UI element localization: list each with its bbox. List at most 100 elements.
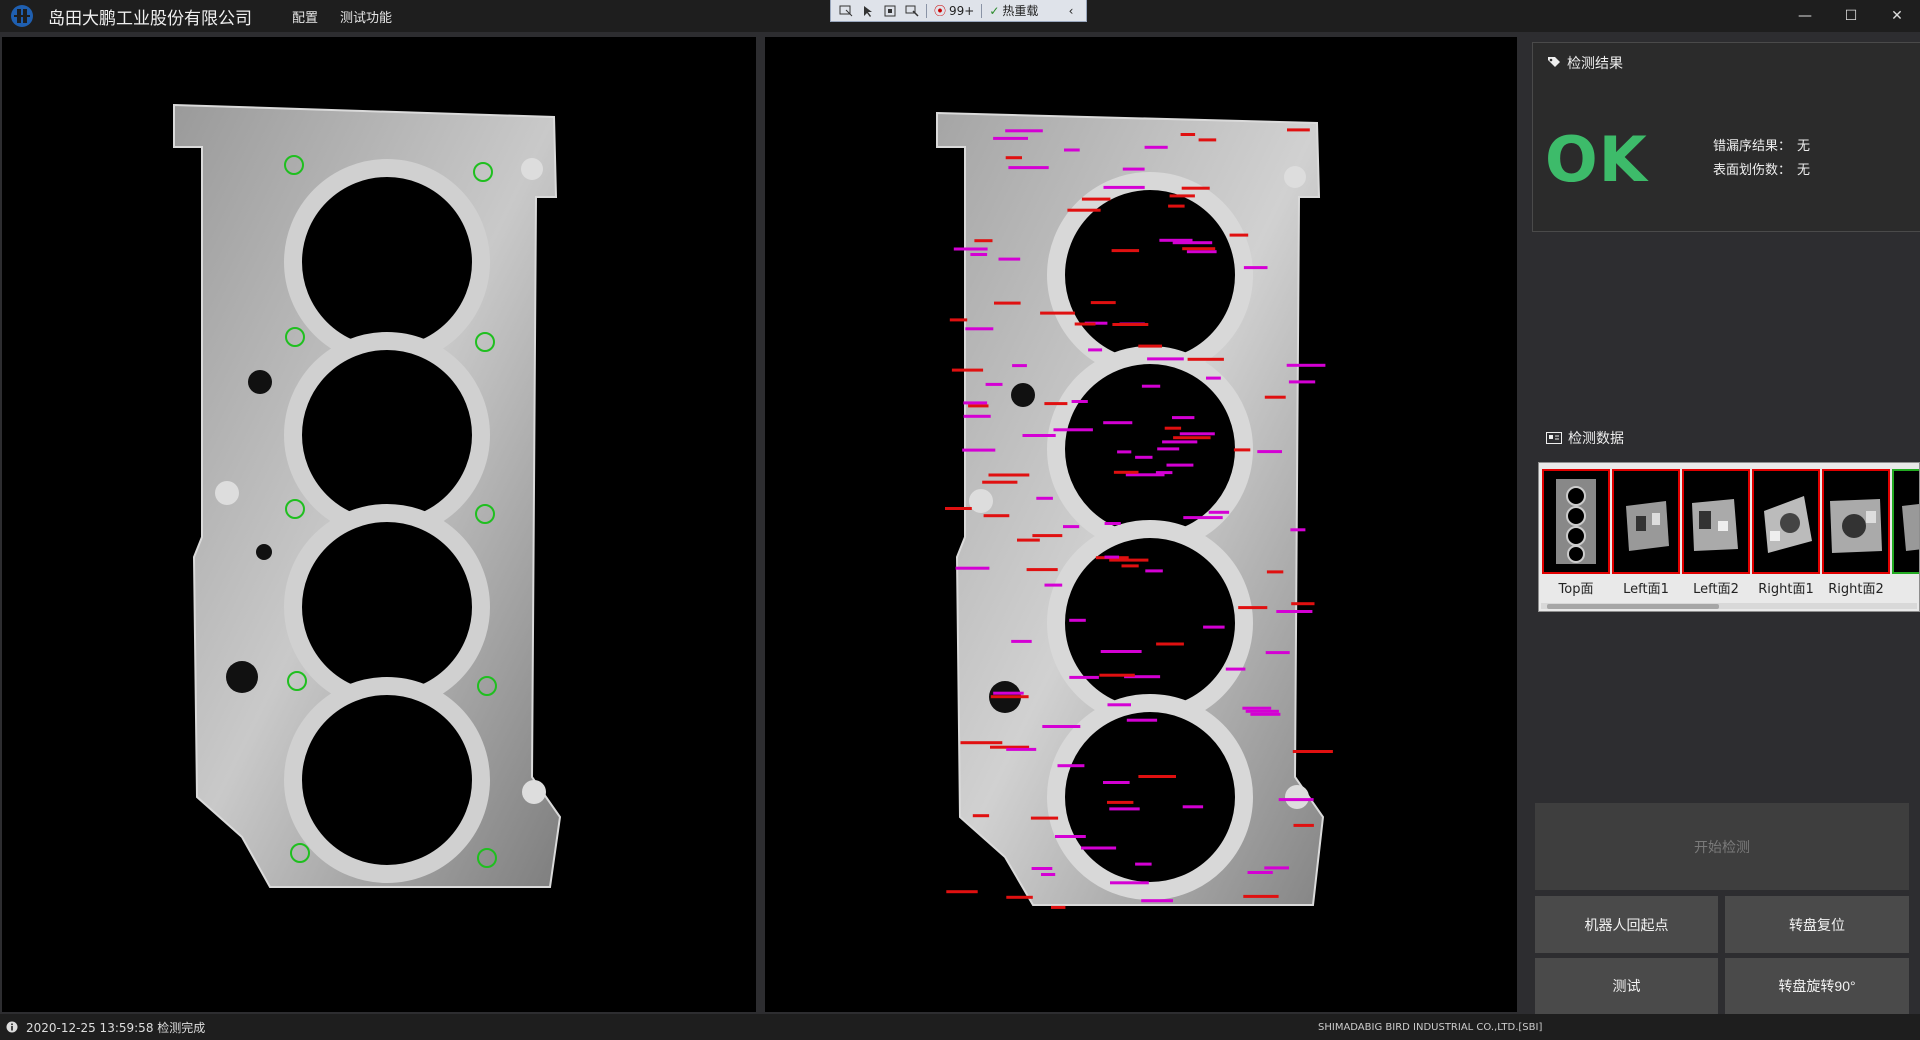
tag-icon: [1548, 57, 1560, 67]
defect-marker: [1144, 145, 1168, 149]
defect-marker: [1169, 194, 1195, 198]
minimize-button[interactable]: —: [1782, 0, 1828, 32]
id-card-icon: [1546, 432, 1562, 444]
close-button[interactable]: ✕: [1874, 0, 1920, 32]
collapse-chevron-icon[interactable]: ‹: [1060, 1, 1082, 21]
defect-marker: [1044, 402, 1068, 406]
thumbnail-scrollbar-thumb[interactable]: [1547, 604, 1719, 609]
defect-marker: [1141, 384, 1161, 388]
defect-marker: [1005, 156, 1022, 160]
defect-marker: [1138, 344, 1162, 348]
defect-marker: [963, 401, 988, 405]
defect-marker: [1141, 899, 1173, 903]
defect-marker: [1291, 602, 1315, 606]
result-row-value: 无: [1797, 139, 1811, 154]
defect-marker: [1245, 709, 1279, 713]
copyright-text: SHIMADABIG BIRD INDUSTRIAL CO.,LTD.[SBI]: [1318, 1021, 1543, 1033]
defect-marker: [1238, 606, 1268, 610]
status-message: 2020-12-25 13:59:58 检测完成: [26, 1020, 206, 1035]
start-detection-button[interactable]: 开始检测: [1535, 803, 1909, 890]
pointer-icon[interactable]: [857, 1, 879, 21]
defect-marker: [1292, 750, 1333, 753]
defect-marker: [1100, 650, 1142, 653]
binding-errors-count: 99+: [949, 3, 975, 18]
select-element-icon[interactable]: [835, 1, 857, 21]
menu-config[interactable]: 配置: [292, 7, 318, 26]
defect-marker: [994, 301, 1021, 305]
robot-home-button[interactable]: 机器人回起点: [1535, 896, 1718, 953]
defect-marker: [953, 247, 988, 251]
defect-marker: [955, 566, 990, 570]
defect-marker: [1122, 167, 1145, 171]
camera-view-original: [2, 37, 756, 1012]
thumbnail-strip[interactable]: Top面 Left面1 Left面2 Right面1 Right面2: [1538, 462, 1920, 612]
debug-toolbar: ⦿ 99+ ✓ 热重载 ‹: [830, 0, 1087, 22]
defect-marker: [968, 404, 989, 408]
thumb-extra[interactable]: [1892, 469, 1919, 599]
defect-marker: [1198, 138, 1217, 142]
defect-marker: [1069, 675, 1099, 679]
window-controls: — ☐ ✕: [1782, 0, 1920, 32]
defect-marker: [1067, 208, 1101, 212]
defect-marker: [972, 814, 990, 818]
data-panel-header: 检测数据: [1546, 428, 1624, 448]
defect-marker: [1135, 455, 1153, 459]
hot-reload-button[interactable]: ✓ 热重载: [985, 2, 1042, 19]
track-focus-icon[interactable]: [901, 1, 923, 21]
defect-marker: [1051, 905, 1066, 909]
gasket-plate-defects: [936, 111, 1325, 906]
thumb-image: [1612, 469, 1680, 574]
defect-marker: [1293, 823, 1314, 827]
thumb-top[interactable]: Top面: [1542, 469, 1610, 599]
defect-marker: [1107, 703, 1131, 707]
defect-marker: [1264, 395, 1286, 399]
defect-marker: [1064, 148, 1080, 152]
layout-adorner-icon[interactable]: [879, 1, 901, 21]
thumb-right-2[interactable]: Right面2: [1822, 469, 1890, 599]
defect-marker: [1138, 775, 1176, 778]
defect-marker: [1110, 881, 1149, 885]
thumb-left-1[interactable]: Left面1: [1612, 469, 1680, 599]
data-panel: 检测数据 Top面 Left面1 Left面2 Right面1 Right面2: [1532, 418, 1920, 612]
camera-view-defects: [765, 37, 1517, 1012]
defect-marker: [993, 691, 1024, 695]
defect-marker: [1099, 673, 1135, 677]
thumb-label: Left面1: [1623, 582, 1669, 597]
turntable-rotate-button[interactable]: 转盘旋转90°: [1725, 958, 1909, 1014]
defect-marker: [974, 239, 993, 243]
defect-marker: [1225, 667, 1246, 671]
thumb-image: [1752, 469, 1820, 574]
defect-marker: [1233, 448, 1251, 452]
defect-marker: [1164, 426, 1182, 430]
defect-marker: [982, 480, 1018, 484]
defect-marker: [1287, 128, 1310, 132]
menu-test-functions[interactable]: 测试功能: [340, 7, 392, 26]
defect-marker: [962, 448, 996, 452]
defect-marker: [1030, 816, 1059, 820]
company-logo-icon: [8, 2, 36, 30]
defect-marker: [1063, 525, 1080, 529]
company-name: 岛田大鹏工业股份有限公司: [48, 8, 252, 29]
maximize-button[interactable]: ☐: [1828, 0, 1874, 32]
thumb-label: Right面2: [1828, 582, 1884, 597]
defect-marker: [1113, 470, 1139, 474]
turntable-reset-button[interactable]: 转盘复位: [1725, 896, 1909, 953]
thumb-right-1[interactable]: Right面1: [1752, 469, 1820, 599]
defect-marker: [1121, 564, 1139, 568]
defect-marker: [1022, 434, 1056, 437]
result-panel-title: 检测结果: [1567, 56, 1623, 72]
binding-errors-button[interactable]: ⦿ 99+: [930, 2, 978, 19]
defect-marker: [963, 414, 991, 418]
defect-marker: [1057, 764, 1085, 768]
defect-marker: [1168, 204, 1185, 208]
defect-marker: [1074, 322, 1096, 326]
thumb-image: [1822, 469, 1890, 574]
hot-reload-label: 热重载: [1002, 4, 1039, 18]
status-bar: 2020-12-25 13:59:58 检测完成 SHIMADABIG BIRD…: [0, 1014, 1920, 1040]
defect-marker: [1179, 432, 1215, 436]
status-message-area: 2020-12-25 13:59:58 检测完成: [6, 1019, 205, 1036]
test-button[interactable]: 测试: [1535, 958, 1718, 1014]
defect-marker: [1126, 718, 1158, 722]
thumb-left-2[interactable]: Left面2: [1682, 469, 1750, 599]
thumb-image: [1892, 469, 1919, 574]
